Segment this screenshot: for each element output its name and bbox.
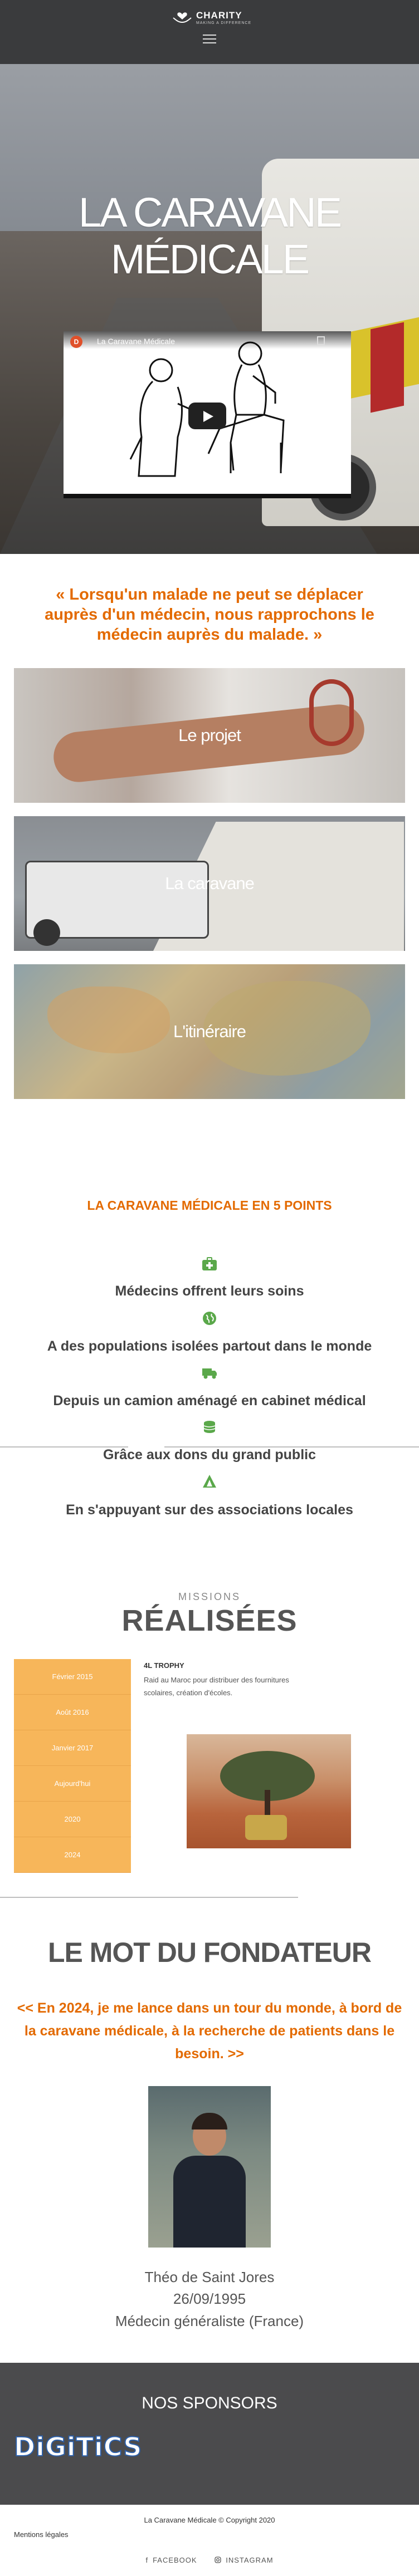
point-text: Médecins offrent leurs soins: [115, 1283, 304, 1299]
decorative-rule: [0, 1897, 298, 1898]
video-embed[interactable]: D La Caravane Médicale: [64, 331, 351, 498]
tile-le-projet[interactable]: Le projet: [14, 668, 405, 803]
coins-icon: [203, 1421, 216, 1433]
logo-text: CHARITY: [196, 10, 242, 21]
channel-avatar[interactable]: D: [70, 336, 82, 348]
founder-birthdate: 26/09/1995: [173, 2290, 246, 2307]
photo-car: [245, 1815, 287, 1840]
timeline-item[interactable]: Aujourd'hui: [14, 1766, 131, 1802]
point-text: En s'appuyant sur des associations local…: [66, 1502, 353, 1518]
founder-role: Médecin généraliste (France): [115, 2313, 304, 2329]
hero-title-line2: MÉDICALE: [110, 236, 310, 282]
menu-line: [203, 42, 216, 43]
founder-name: Théo de Saint Jores: [144, 2269, 275, 2285]
founder-quote: << En 2024, je me lance dans un tour du …: [17, 2000, 402, 2062]
video-bottom-bar: [64, 494, 351, 498]
timeline-item[interactable]: Janvier 2017: [14, 1730, 131, 1766]
facebook-icon: f: [145, 2556, 149, 2564]
logo-subtitle: MAKING A DIFFERENCE: [196, 21, 252, 25]
timeline-item[interactable]: Février 2015: [14, 1659, 131, 1695]
menu-line: [203, 35, 216, 36]
video-title[interactable]: La Caravane Médicale: [97, 337, 175, 346]
hamburger-menu-button[interactable]: [203, 35, 216, 45]
copy-link-icon[interactable]: [317, 336, 325, 345]
point-text: A des populations isolées partout dans l…: [47, 1338, 372, 1354]
missions-subtitle: MISSIONS: [178, 1591, 241, 1602]
instagram-link[interactable]: INSTAGRAM: [215, 2556, 273, 2564]
hands-heart-icon: [173, 12, 192, 23]
point-text: Grâce aux dons du grand public: [103, 1447, 316, 1463]
mission-title: 4L TROPHY: [144, 1661, 184, 1670]
mission-photo: [187, 1734, 351, 1848]
footer-copyright: La Caravane Médicale © Copyright 2020: [144, 2516, 275, 2524]
social-links: f FACEBOOK INSTAGRAM: [0, 2556, 419, 2564]
decorative-rule: [0, 1446, 128, 1448]
menu-line: [203, 38, 216, 40]
timeline-item[interactable]: Août 2016: [14, 1695, 131, 1730]
tile-itineraire[interactable]: L'itinéraire: [14, 964, 405, 1099]
instagram-icon: [215, 2557, 221, 2563]
tile-label: L'itinéraire: [173, 1022, 246, 1041]
points-section-title: LA CARAVANE MÉDICALE EN 5 POINTS: [87, 1198, 332, 1213]
site-header: CHARITY MAKING A DIFFERENCE: [0, 0, 419, 64]
mentions-legales-link[interactable]: Mentions légales: [14, 2530, 69, 2539]
social-label: FACEBOOK: [153, 2556, 197, 2564]
play-button[interactable]: [188, 403, 226, 429]
medical-kit-icon: [202, 1257, 217, 1270]
point-text: Depuis un camion aménagé en cabinet médi…: [53, 1393, 366, 1409]
globe-icon: [203, 1312, 216, 1325]
hero-section: LA CARAVANE MÉDICALE D La Caravane Médic…: [0, 64, 419, 554]
mission-quote: « Lorsqu'un malade ne peut se déplacer a…: [45, 586, 374, 644]
timeline-item[interactable]: 2020: [14, 1802, 131, 1837]
sponsor-logo-digitics[interactable]: DiGiTiCS: [13, 2431, 142, 2462]
timeline-item[interactable]: 2024: [14, 1837, 131, 1873]
sponsors-title: NOS SPONSORS: [142, 2394, 277, 2412]
hero-title: LA CARAVANE MÉDICALE: [0, 189, 419, 283]
founder-photo: [148, 2086, 271, 2248]
truck-icon: [202, 1368, 217, 1379]
tile-la-caravane[interactable]: La caravane: [14, 816, 405, 951]
site-logo[interactable]: CHARITY MAKING A DIFFERENCE: [167, 7, 252, 29]
truck-red-band: [371, 322, 404, 413]
tile-label: La caravane: [165, 874, 255, 893]
photo-hair: [192, 2113, 227, 2130]
mission-description: Raid au Maroc pour distribuer des fourni…: [144, 1676, 289, 1697]
social-label: INSTAGRAM: [226, 2556, 274, 2564]
facebook-link[interactable]: f FACEBOOK: [145, 2556, 197, 2564]
photo-body: [173, 2156, 246, 2248]
hero-title-line1: LA CARAVANE: [78, 189, 342, 235]
decorative-rule: [164, 1446, 419, 1448]
campfire-icon: [203, 1475, 216, 1488]
founder-title: LE MOT DU FONDATEUR: [47, 1937, 372, 1968]
missions-title: RÉALISÉES: [121, 1604, 298, 1637]
tile-label: Le projet: [178, 725, 241, 745]
sponsors-section: NOS SPONSORS DiGiTiCS: [0, 2363, 419, 2505]
